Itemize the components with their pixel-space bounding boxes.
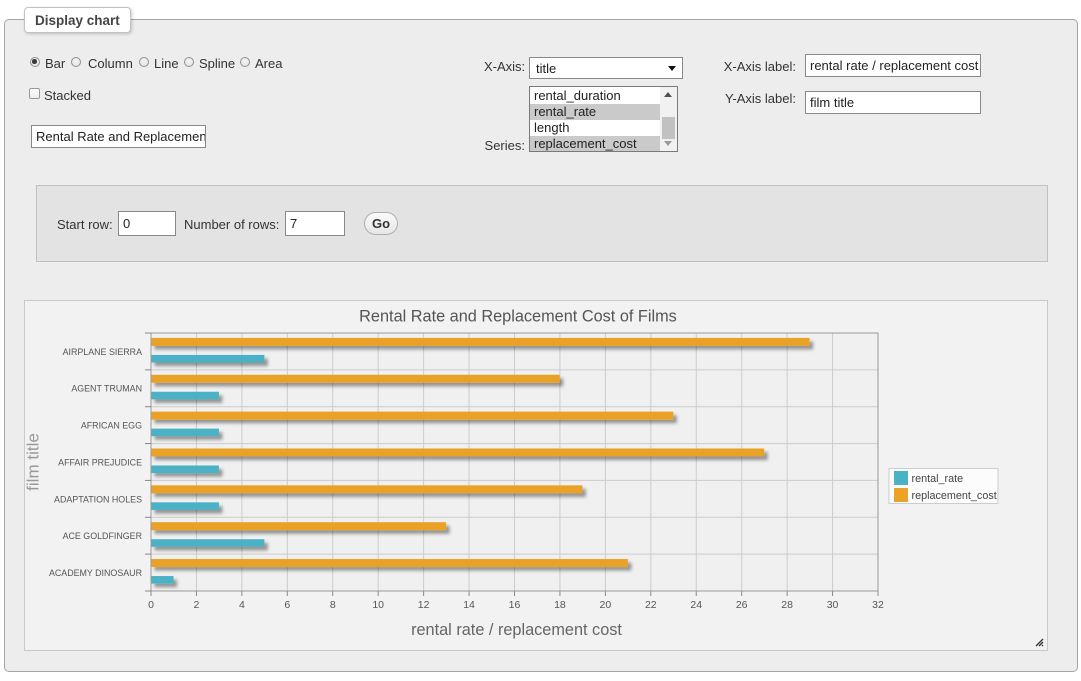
svg-text:rental rate / replacement cost: rental rate / replacement cost: [411, 621, 622, 639]
svg-text:28: 28: [781, 599, 793, 611]
svg-text:film title: film title: [25, 433, 43, 491]
svg-text:22: 22: [645, 599, 657, 611]
svg-text:AFRICAN EGG: AFRICAN EGG: [81, 421, 142, 431]
svg-text:14: 14: [463, 599, 475, 611]
svg-text:26: 26: [736, 599, 748, 611]
svg-text:12: 12: [418, 599, 430, 611]
svg-text:0: 0: [148, 599, 154, 611]
svg-text:10: 10: [372, 599, 384, 611]
svg-text:32: 32: [872, 599, 884, 611]
svg-text:2: 2: [194, 599, 200, 611]
svg-text:replacement_cost: replacement_cost: [912, 490, 997, 502]
svg-text:6: 6: [284, 599, 290, 611]
svg-text:18: 18: [554, 599, 566, 611]
svg-text:20: 20: [600, 599, 612, 611]
svg-text:30: 30: [827, 599, 839, 611]
svg-text:16: 16: [509, 599, 521, 611]
svg-text:4: 4: [239, 599, 245, 611]
svg-text:rental_rate: rental_rate: [912, 473, 964, 485]
svg-text:AFFAIR PREJUDICE: AFFAIR PREJUDICE: [58, 457, 142, 467]
svg-text:ADAPTATION HOLES: ADAPTATION HOLES: [54, 494, 142, 504]
svg-text:AIRPLANE SIERRA: AIRPLANE SIERRA: [63, 347, 142, 357]
svg-text:ACADEMY DINOSAUR: ACADEMY DINOSAUR: [49, 568, 142, 578]
svg-text:ACE GOLDFINGER: ACE GOLDFINGER: [63, 531, 142, 541]
svg-text:AGENT TRUMAN: AGENT TRUMAN: [71, 384, 142, 394]
svg-text:24: 24: [690, 599, 702, 611]
svg-text:8: 8: [330, 599, 336, 611]
svg-text:Rental Rate and Replacement Co: Rental Rate and Replacement Cost of Film…: [359, 308, 677, 326]
